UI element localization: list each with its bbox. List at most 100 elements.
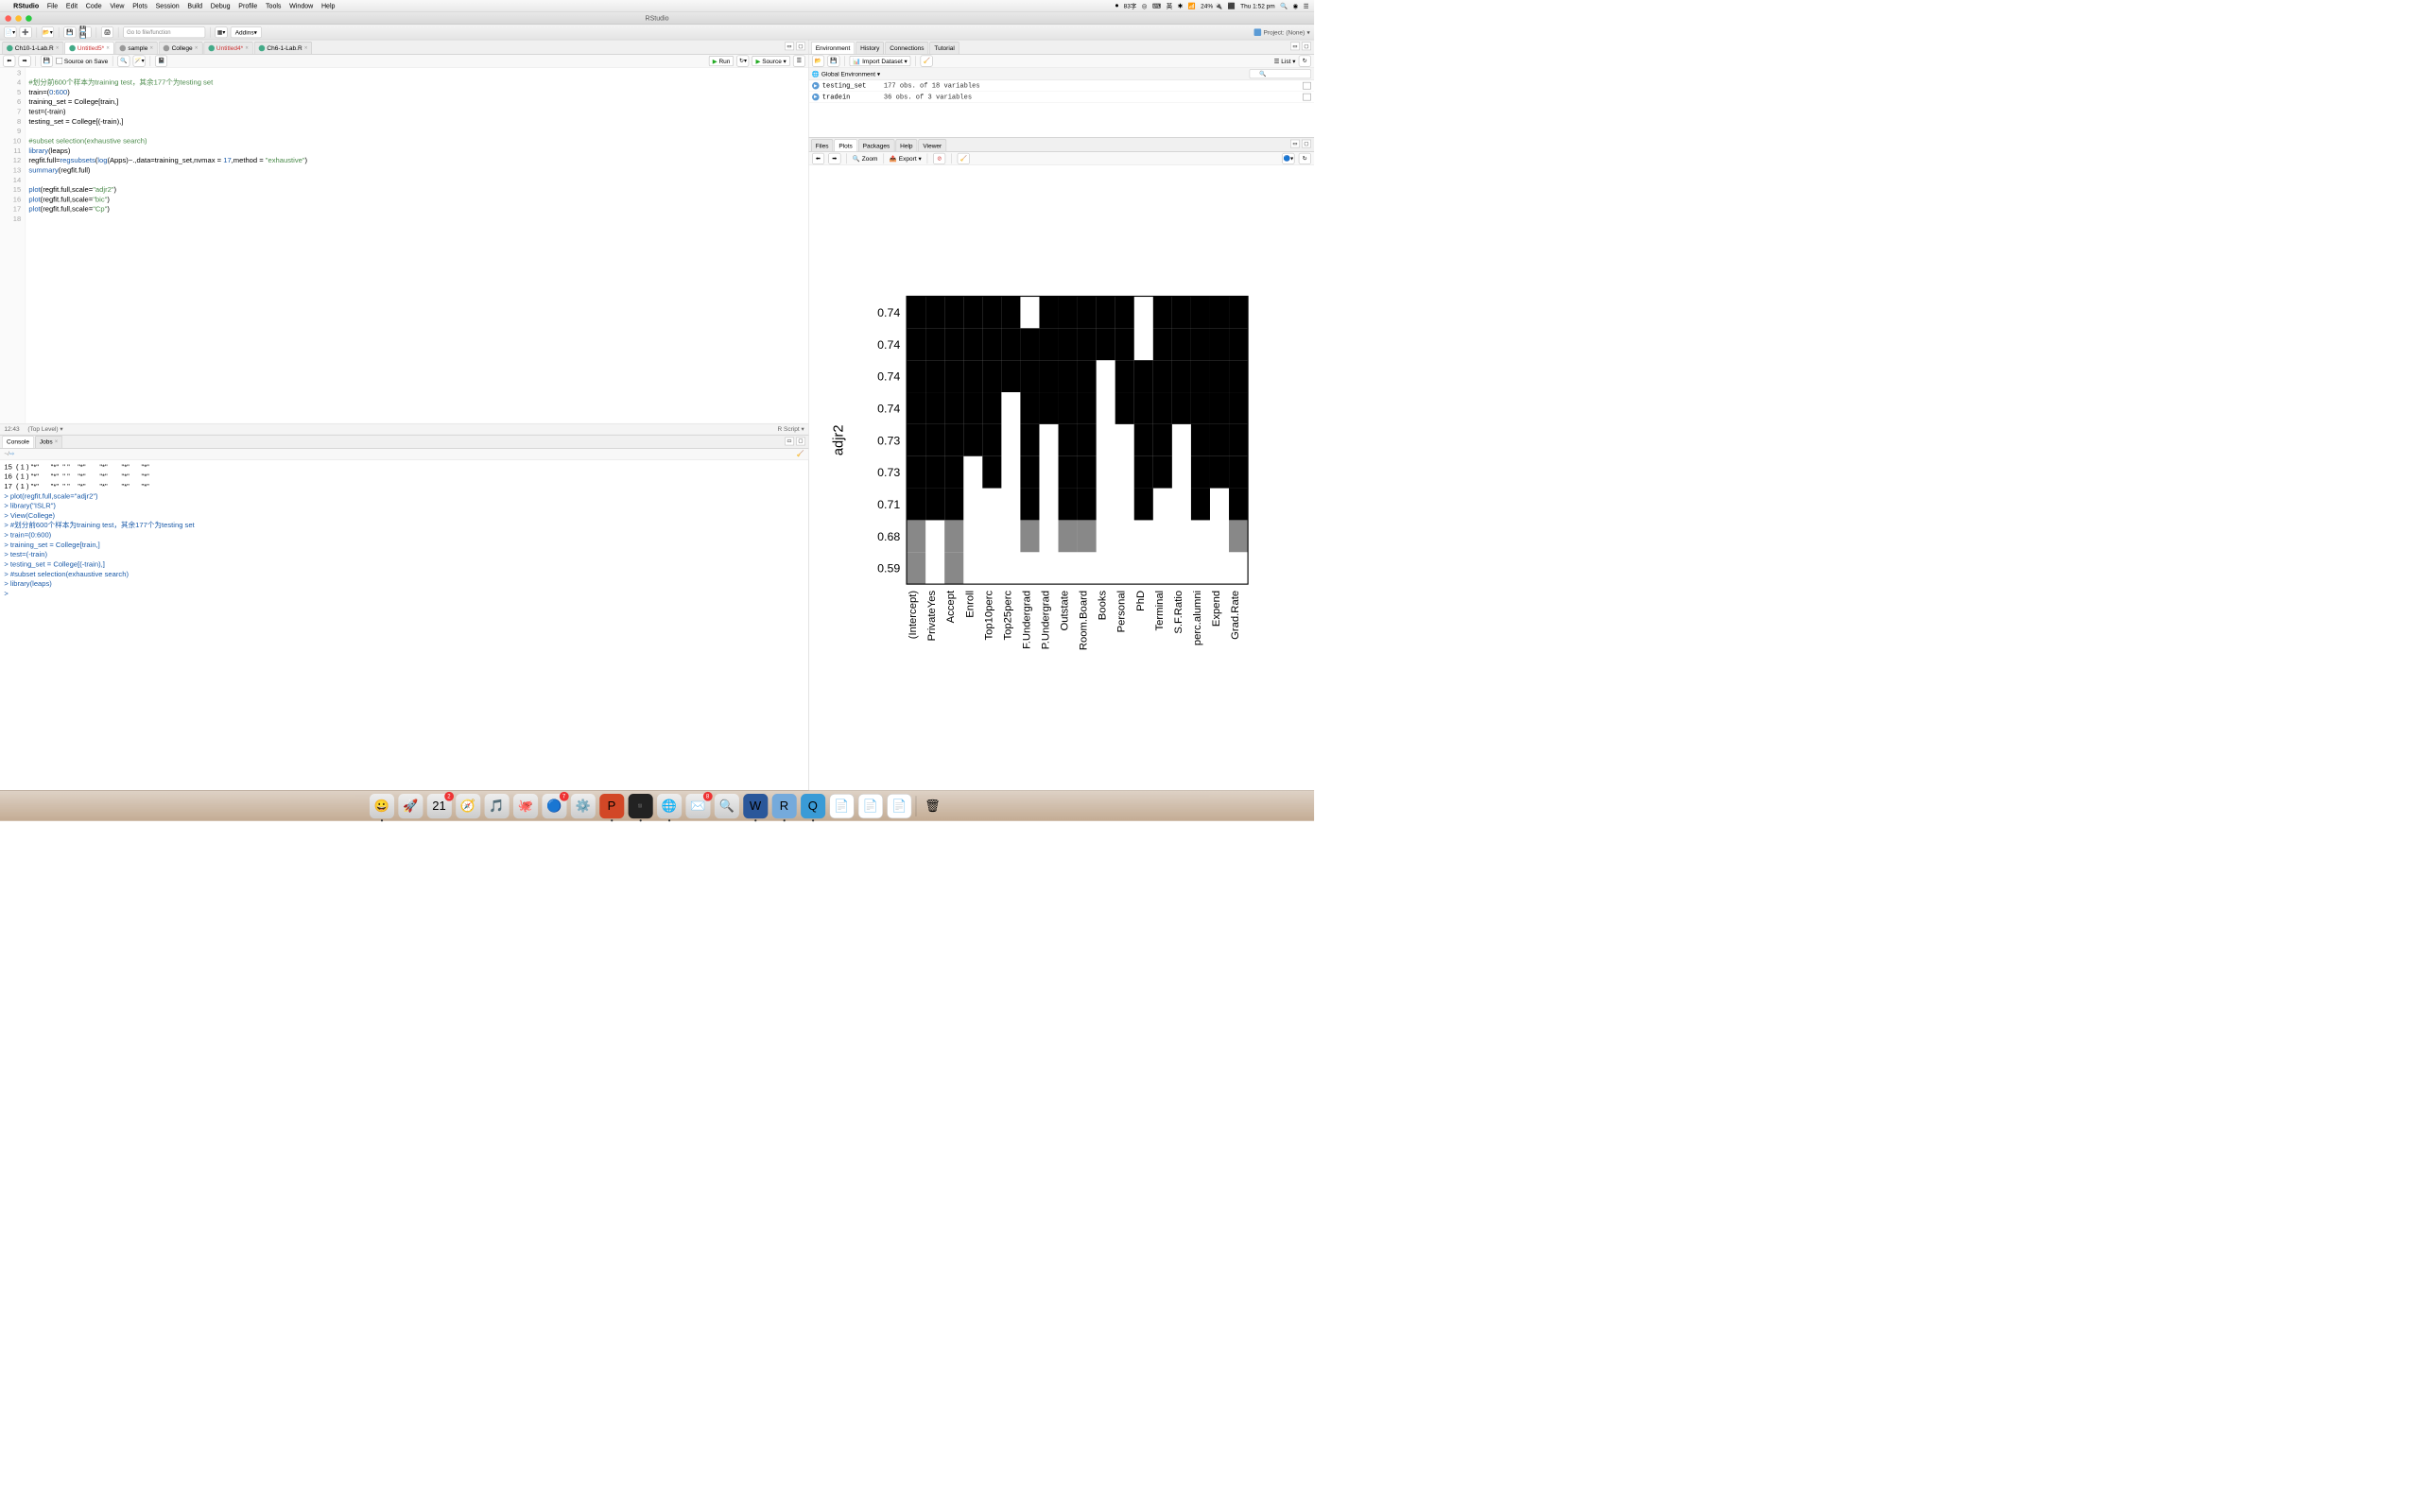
menu-session[interactable]: Session <box>156 2 180 9</box>
maximize-pane-button[interactable]: ▢ <box>1302 43 1311 51</box>
battery-status[interactable]: 24% 🔌 <box>1201 2 1222 9</box>
menu-plots[interactable]: Plots <box>132 2 147 9</box>
close-window-button[interactable] <box>5 15 11 22</box>
env-scope-selector[interactable]: 🌐 Global Environment ▾ <box>812 70 880 77</box>
minimize-pane-button[interactable]: ▭ <box>1290 140 1300 148</box>
load-workspace-button[interactable]: 📂 <box>812 55 824 66</box>
dock-trash[interactable]: 🗑 <box>920 794 944 818</box>
tab-files[interactable]: Files <box>811 139 834 151</box>
maximize-pane-button[interactable]: ▢ <box>796 437 805 445</box>
menu-edit[interactable]: Edit <box>66 2 78 9</box>
rerun-button[interactable]: ↻▾ <box>736 55 749 66</box>
menu-view[interactable]: View <box>110 2 124 9</box>
source-tab[interactable]: Untitled5*× <box>64 42 113 54</box>
dock-finder[interactable]: 😀 <box>370 794 394 818</box>
status-icon[interactable]: ◎ <box>1142 2 1148 9</box>
menu-profile[interactable]: Profile <box>238 2 257 9</box>
minimize-window-button[interactable] <box>15 15 22 22</box>
source-tab[interactable]: Untitled4*× <box>203 42 252 54</box>
status-icon[interactable]: ⌨ <box>1152 2 1161 9</box>
screen-record-icon[interactable]: ⏺ <box>1115 2 1118 9</box>
tab-history[interactable]: History <box>856 42 884 54</box>
env-variable-row[interactable]: ▶ testing_set 177 obs. of 18 variables <box>809 80 1314 92</box>
zoom-button[interactable]: 🔍 Zoom <box>853 155 878 163</box>
remove-plot-button[interactable]: ⊘ <box>933 153 945 164</box>
menu-file[interactable]: File <box>47 2 58 9</box>
minimize-pane-button[interactable]: ▭ <box>785 437 794 445</box>
source-tab[interactable]: Ch6-1-Lab.R× <box>254 42 312 54</box>
close-icon[interactable]: × <box>106 45 109 52</box>
close-icon[interactable]: × <box>55 438 58 445</box>
jobs-tab[interactable]: Jobs× <box>35 436 62 448</box>
menu-debug[interactable]: Debug <box>211 2 231 9</box>
dock-rstudio[interactable]: R <box>771 794 796 818</box>
dock-powerpoint[interactable]: P <box>599 794 624 818</box>
spotlight-icon[interactable]: 🔍 <box>1280 2 1288 9</box>
dock-doc2[interactable]: 📄 <box>858 794 883 818</box>
expand-icon[interactable]: ▶ <box>812 94 820 101</box>
scope-indicator[interactable]: (Top Level) ▾ <box>27 425 62 433</box>
dock-github[interactable]: 🐙 <box>513 794 538 818</box>
goto-file-function-input[interactable]: Go to file/function <box>123 26 205 38</box>
clear-plots-button[interactable]: 🧹 <box>958 153 970 164</box>
status-icon[interactable]: ⬛ <box>1228 2 1236 9</box>
project-menu[interactable]: Project: (None) ▾ <box>1254 28 1310 36</box>
dock-safari[interactable]: 🧭 <box>456 794 480 818</box>
dock-chrome[interactable]: 🌐 <box>657 794 682 818</box>
tab-packages[interactable]: Packages <box>858 139 894 151</box>
status-icon[interactable]: ✱ <box>1178 2 1183 9</box>
dock-settings[interactable]: ⚙️ <box>571 794 596 818</box>
env-variable-row[interactable]: ▶ tradein 36 obs. of 3 variables <box>809 92 1314 103</box>
menu-code[interactable]: Code <box>86 2 102 9</box>
clear-env-button[interactable]: 🧹 <box>921 55 933 66</box>
dock-calendar[interactable]: 212 <box>427 794 452 818</box>
save-all-button[interactable]: 💾💾 <box>79 26 92 38</box>
menu-tools[interactable]: Tools <box>266 2 281 9</box>
expand-icon[interactable]: ▶ <box>812 82 820 90</box>
tab-help[interactable]: Help <box>895 139 917 151</box>
close-icon[interactable]: × <box>150 45 153 52</box>
publish-button[interactable]: 🔵▾ <box>1282 153 1294 164</box>
dock-terminal[interactable]: ▪️ <box>628 794 652 818</box>
source-on-save-checkbox[interactable]: Source on Save <box>56 58 108 65</box>
view-mode-toggle[interactable]: ☰ List ▾ <box>1274 58 1296 65</box>
run-button[interactable]: ▶Run <box>709 56 734 66</box>
addins-menu[interactable]: Addins ▾ <box>231 26 262 38</box>
dock-word[interactable]: W <box>743 794 768 818</box>
maximize-pane-button[interactable]: ▢ <box>1302 140 1311 148</box>
refresh-plot-button[interactable]: ↻ <box>1299 153 1311 164</box>
clear-console-button[interactable]: 🧹 <box>797 450 804 457</box>
console-output[interactable]: 15 ( 1 ) "*" "*" " " "*" "*" "*" "*"16 (… <box>0 459 808 790</box>
close-icon[interactable]: × <box>304 45 307 52</box>
outline-button[interactable]: ☰ <box>793 55 805 66</box>
open-file-button[interactable]: 📂▾ <box>42 26 54 38</box>
new-project-button[interactable]: ➕ <box>20 26 32 38</box>
code-editor[interactable]: 3456789101112131415161718 #划分前600个样本为tra… <box>0 68 808 423</box>
prev-plot-button[interactable]: ⬅ <box>812 153 824 164</box>
source-tab[interactable]: Ch10-1-Lab.R× <box>2 42 63 54</box>
close-icon[interactable]: × <box>56 45 59 52</box>
control-center-icon[interactable]: ☰ <box>1304 2 1309 9</box>
refresh-button[interactable]: ↻ <box>1299 55 1311 66</box>
source-tab[interactable]: College× <box>159 42 202 54</box>
view-data-icon[interactable] <box>1303 94 1311 101</box>
dock-music[interactable]: 🎵 <box>484 794 509 818</box>
console-tab[interactable]: Console <box>2 436 34 448</box>
maximize-window-button[interactable] <box>26 15 32 22</box>
notebook-button[interactable]: 📓 <box>155 55 167 66</box>
export-button[interactable]: 📤 Export ▾ <box>890 155 922 163</box>
minimize-pane-button[interactable]: ▭ <box>1290 43 1300 51</box>
next-plot-button[interactable]: ➡ <box>828 153 840 164</box>
back-button[interactable]: ⬅ <box>3 55 15 66</box>
clock[interactable]: Thu 1:52 pm <box>1240 2 1275 9</box>
tab-tutorial[interactable]: Tutorial <box>929 42 959 54</box>
minimize-pane-button[interactable]: ▭ <box>785 43 794 51</box>
tab-environment[interactable]: Environment <box>811 42 855 54</box>
save-workspace-button[interactable]: 💾 <box>827 55 839 66</box>
save-button[interactable]: 💾 <box>63 26 76 38</box>
dock-quicktime[interactable]: Q <box>801 794 825 818</box>
wifi-icon[interactable]: 📶 <box>1188 2 1196 9</box>
dock-appstore[interactable]: 🔵7 <box>542 794 566 818</box>
find-button[interactable]: 🔍 <box>118 55 130 66</box>
menu-window[interactable]: Window <box>289 2 313 9</box>
